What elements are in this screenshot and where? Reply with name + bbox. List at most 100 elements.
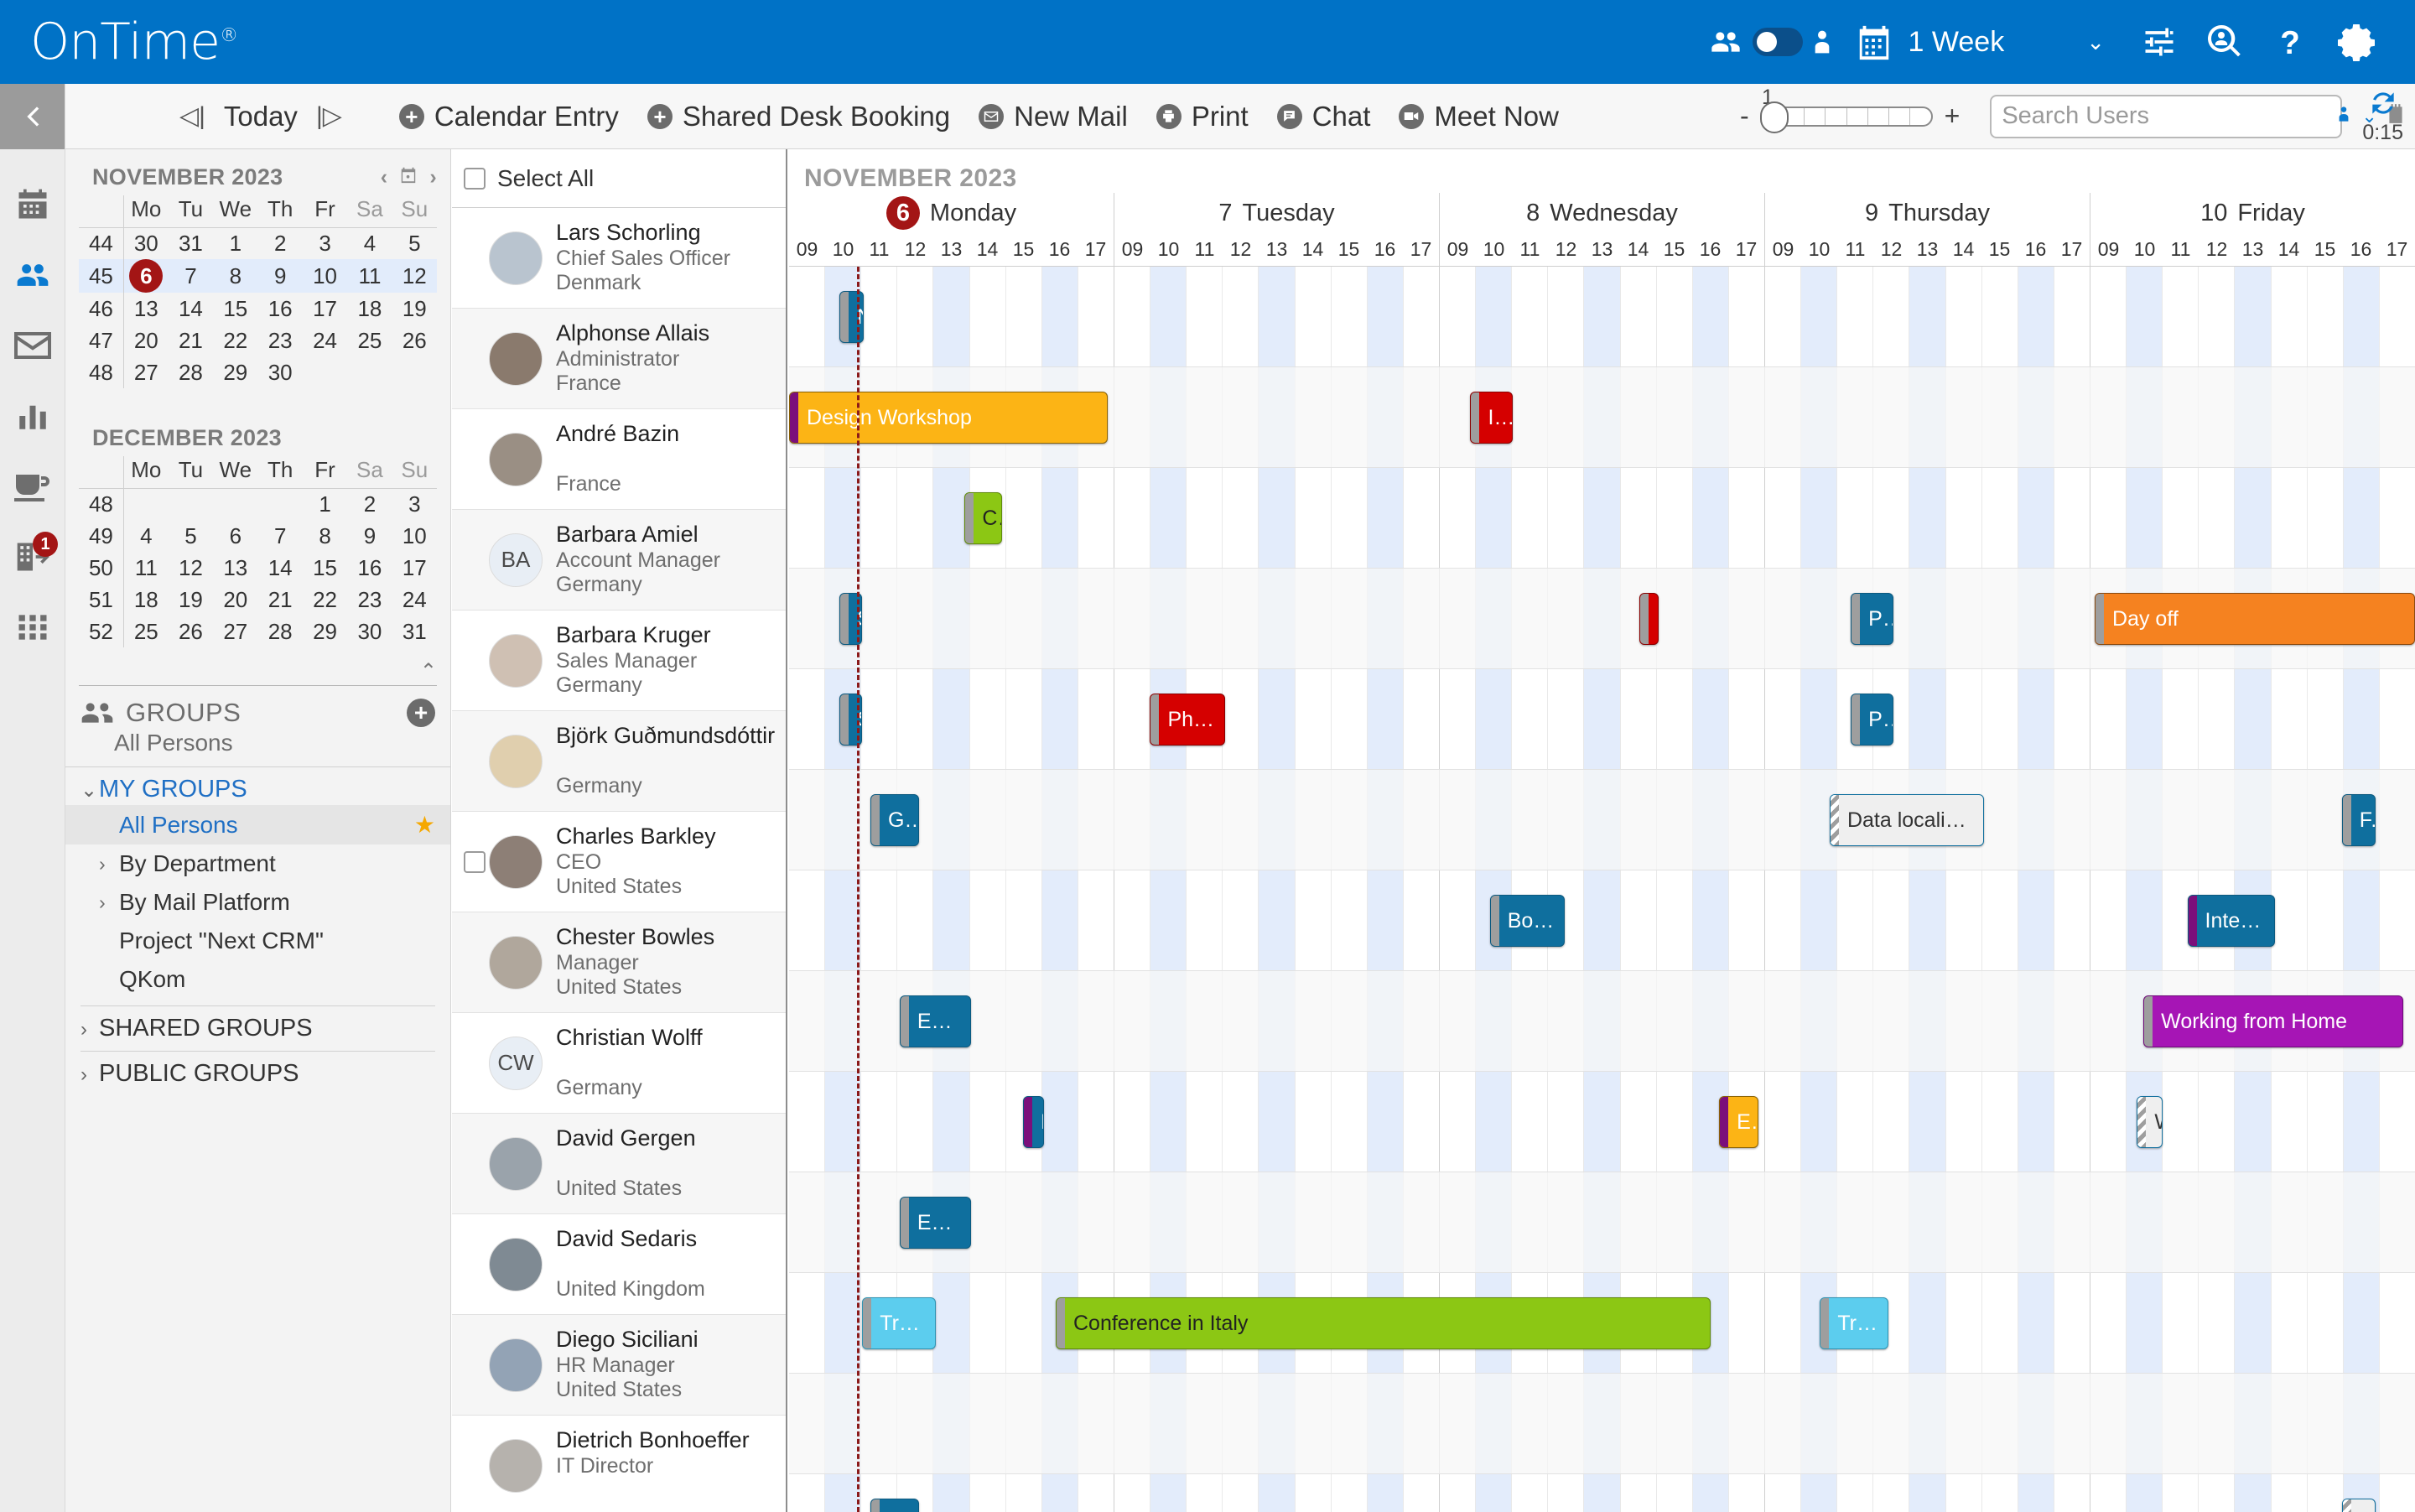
calendar-event[interactable]: Pe... — [1851, 694, 1893, 746]
rail-item-apps[interactable] — [0, 592, 65, 662]
calendar-event[interactable]: Gr... — [870, 794, 920, 846]
zoom-out-button[interactable]: - — [1740, 101, 1749, 132]
calendar-event[interactable]: Day off — [2095, 593, 2415, 645]
calendar-event[interactable]: Design Workshop — [789, 392, 1109, 444]
mini-cal-day[interactable]: 22 — [303, 584, 347, 616]
calendar-event[interactable]: D — [1023, 1096, 1045, 1148]
mini-cal-day[interactable]: 23 — [258, 325, 303, 356]
mini-cal-day[interactable]: 5 — [169, 520, 213, 552]
view-selector[interactable]: 1 Week ⌄ — [1855, 21, 2105, 63]
group-item[interactable]: › By Department — [65, 844, 450, 883]
mini-cal-day[interactable] — [347, 356, 392, 388]
mini-cal-day[interactable]: 1 — [303, 488, 347, 520]
mini-cal-day[interactable]: 17 — [392, 552, 437, 584]
zoom-slider[interactable] — [1759, 101, 1933, 133]
calendar-event[interactable]: F... — [2341, 1499, 2376, 1512]
next-period-button[interactable]: |▷ — [316, 101, 342, 131]
select-all-checkbox[interactable] — [464, 167, 486, 190]
person-row[interactable]: Alphonse Allais Administrator France — [452, 309, 786, 409]
calendar-event[interactable]: W — [2137, 1096, 2163, 1148]
calendar-event[interactable]: Board ... — [1489, 895, 1565, 947]
mini-cal-day[interactable]: 3 — [392, 488, 437, 520]
mini-cal-day[interactable]: 7 — [258, 520, 303, 552]
mini-cal-day[interactable]: 24 — [392, 584, 437, 616]
mini-cal-day[interactable]: 31 — [392, 616, 437, 647]
mini-cal-day[interactable]: 2 — [347, 488, 392, 520]
rail-item-absence[interactable]: 1 — [0, 522, 65, 592]
mini-cal-day[interactable]: 27 — [123, 356, 168, 388]
mini-cal-day[interactable]: 11 — [347, 259, 392, 293]
group-item[interactable]: Project "Next CRM" — [65, 922, 450, 960]
calendar-event[interactable]: Event ... — [899, 1197, 972, 1249]
collapse-calendars-button[interactable]: ⌃ — [79, 659, 437, 686]
mini-cal-day[interactable]: 6 — [213, 520, 257, 552]
mini-cal-day[interactable]: 25 — [123, 616, 168, 647]
mini-cal-prev-button[interactable]: ‹ — [381, 165, 388, 190]
day-column-header[interactable]: 8 Wednesday — [1439, 193, 1764, 233]
person-row[interactable]: Barbara Kruger Sales Manager Germany — [452, 611, 786, 711]
refresh-control[interactable]: 0:15 — [2362, 87, 2403, 145]
mini-cal-day[interactable]: 8 — [303, 520, 347, 552]
search-input[interactable] — [2002, 102, 2319, 130]
mini-cal-day[interactable]: 29 — [303, 616, 347, 647]
person-row[interactable]: CW Christian Wolff Germany — [452, 1013, 786, 1114]
chevron-down-icon[interactable]: ⌄ — [2086, 29, 2105, 55]
mini-cal-day[interactable]: 4 — [347, 227, 392, 259]
mini-cal-day[interactable]: 14 — [169, 293, 213, 325]
group-item[interactable]: All Persons ★ — [65, 805, 450, 844]
person-row[interactable]: David Gergen United States — [452, 1114, 786, 1214]
mini-cal-day[interactable] — [169, 488, 213, 520]
mini-cal-day[interactable]: 15 — [303, 552, 347, 584]
person-row[interactable]: Diego Siciliani HR Manager United States — [452, 1315, 786, 1416]
mini-cal-day[interactable]: 18 — [347, 293, 392, 325]
mini-cal-day[interactable]: 16 — [258, 293, 303, 325]
mini-cal-day[interactable]: 21 — [258, 584, 303, 616]
mini-cal-day[interactable]: 30 — [347, 616, 392, 647]
calendar-event[interactable]: Travel ... — [862, 1297, 936, 1349]
mini-cal-day[interactable]: 10 — [302, 259, 348, 293]
calendar-event[interactable]: Event ... — [899, 995, 972, 1047]
day-column-header[interactable]: 7 Tuesday — [1114, 193, 1439, 233]
person-checkbox[interactable] — [464, 850, 486, 873]
rail-item-people[interactable] — [0, 240, 65, 310]
calendar-event[interactable]: Working from Home — [2143, 995, 2404, 1047]
person-row[interactable]: BA Barbara Amiel Account Manager Germany — [452, 510, 786, 611]
day-column-header[interactable]: 10 Friday — [2090, 193, 2415, 233]
calendar-event[interactable]: N — [839, 291, 865, 343]
rail-item-breaks[interactable] — [0, 451, 65, 522]
mini-cal-day[interactable]: 27 — [213, 616, 257, 647]
people-person-toggle[interactable] — [1707, 25, 1833, 59]
mini-cal-day[interactable]: 20 — [123, 325, 168, 356]
shared-desk-booking-button[interactable]: + Shared Desk Booking — [647, 101, 950, 132]
new-mail-button[interactable]: New Mail — [979, 101, 1128, 132]
mini-cal-day[interactable]: 16 — [347, 552, 392, 584]
person-row[interactable]: Björk Guðmundsdóttir Germany — [452, 711, 786, 812]
mini-cal-day[interactable] — [303, 356, 347, 388]
print-button[interactable]: Print — [1156, 101, 1249, 132]
mini-cal-day[interactable]: 5 — [392, 227, 437, 259]
group-item[interactable]: QKom — [65, 960, 450, 999]
mini-cal-day[interactable]: 17 — [303, 293, 347, 325]
group-section-my-groups[interactable]: ⌄MY GROUPS — [65, 767, 450, 805]
mini-cal-day[interactable]: 28 — [169, 356, 213, 388]
mini-cal-day[interactable]: 24 — [303, 325, 347, 356]
person-row[interactable]: Dietrich Bonhoeffer IT Director — [452, 1416, 786, 1512]
mini-cal-today-button[interactable] — [399, 165, 418, 190]
mini-cal-day[interactable]: 8 — [213, 259, 258, 293]
mini-cal-day[interactable]: 23 — [347, 584, 392, 616]
select-all-row[interactable]: Select All — [452, 149, 786, 208]
today-button[interactable]: Today — [224, 101, 298, 132]
mini-cal-day[interactable]: 19 — [169, 584, 213, 616]
toggle-switch[interactable] — [1752, 28, 1803, 56]
person-row[interactable]: Chester Bowles Manager United States — [452, 912, 786, 1013]
calendar-event[interactable]: Pe... — [1851, 593, 1893, 645]
calendar-event[interactable]: Conference in Italy — [1055, 1297, 1711, 1349]
mini-cal-day[interactable]: 4 — [123, 520, 168, 552]
mini-cal-day[interactable]: 18 — [123, 584, 168, 616]
mini-cal-day[interactable]: 28 — [258, 616, 303, 647]
mini-cal-day[interactable]: 12 — [392, 259, 437, 293]
help-icon[interactable]: ? — [2257, 9, 2323, 75]
rail-item-reports[interactable] — [0, 381, 65, 451]
zoom-in-button[interactable]: + — [1945, 101, 1961, 132]
calendar-entry-button[interactable]: + Calendar Entry — [398, 101, 619, 132]
